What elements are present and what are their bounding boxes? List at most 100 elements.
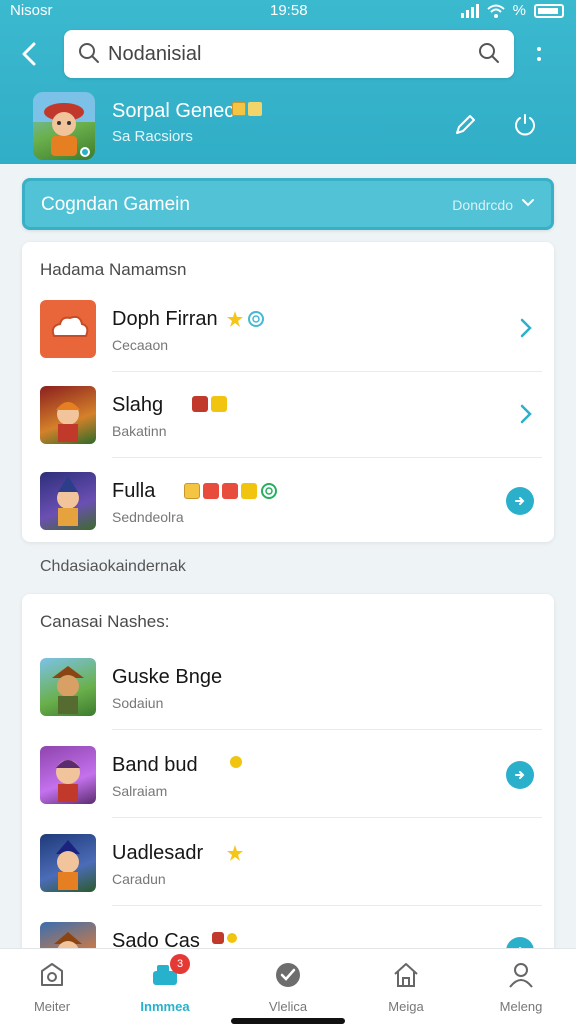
check-circle-icon: [276, 963, 300, 987]
list-item[interactable]: Guske Bnge Sodaiun: [22, 644, 554, 730]
chevron-left-icon: [22, 42, 36, 66]
character-icon: [52, 666, 84, 714]
card-title: Canasai Nashes:: [40, 612, 170, 631]
profile-avatar[interactable]: [33, 92, 95, 160]
item-badges: [230, 756, 242, 768]
game-thumbnail: [40, 746, 96, 804]
nav-label: Meiter: [33, 999, 71, 1014]
item-badges: [226, 310, 265, 328]
divider: [112, 817, 542, 818]
open-button[interactable]: [506, 487, 534, 515]
list-item[interactable]: Doph Firran Cecaaon: [22, 286, 554, 372]
emoji-icon: [211, 396, 227, 412]
badge-icon: [232, 102, 246, 116]
notification-badge: 3: [170, 954, 190, 974]
profile-title: Sorpal Genec: [112, 100, 235, 122]
divider: [112, 905, 542, 906]
search-bar[interactable]: [64, 30, 514, 78]
profile-subtitle: Sa Racsiors: [112, 128, 193, 145]
item-title: Slahg: [112, 394, 164, 416]
emoji-icon: [203, 483, 219, 499]
battery-icon: [534, 3, 564, 18]
search-input[interactable]: [108, 38, 468, 70]
dropdown-value: Dondrcdo: [452, 197, 513, 213]
list-item[interactable]: Uadlesadr Caradun: [22, 820, 554, 906]
game-thumbnail: [40, 834, 96, 892]
item-badges: [226, 844, 244, 862]
star-icon: [227, 845, 243, 861]
chevron-down-icon: [522, 199, 534, 207]
wifi-icon: [486, 4, 505, 18]
home-indicator[interactable]: [231, 1018, 345, 1024]
badge-icon: [248, 102, 262, 116]
signal-icon: [460, 3, 479, 18]
item-title: Guske Bnge: [112, 666, 223, 688]
emoji-icon: [222, 483, 238, 499]
character-icon: [56, 760, 80, 802]
sparkle-icon: [227, 933, 237, 943]
swirl-icon: [248, 311, 264, 327]
category-dropdown[interactable]: Cogndan Gamein Dondrcdo: [22, 178, 554, 230]
search-submit-icon[interactable]: [478, 42, 500, 64]
nav-item-verify[interactable]: Vlelica: [240, 957, 336, 1017]
dot-icon: [537, 47, 541, 51]
chevron-right-icon[interactable]: [520, 318, 532, 338]
item-title: Band bud: [112, 754, 198, 776]
nav-label: Meiga: [388, 999, 424, 1014]
person-icon: [509, 963, 533, 988]
item-badges: [184, 482, 278, 500]
game-list-card: Hadama Namamsn Doph Firran Cecaaon Slahg…: [22, 242, 554, 542]
nav-item-games[interactable]: Inmmea: [117, 957, 213, 1017]
game-thumbnail: [40, 658, 96, 716]
item-title: Uadlesadr: [112, 842, 204, 864]
divider: [112, 729, 542, 730]
search-icon: [79, 43, 99, 63]
character-icon: [56, 840, 80, 890]
back-button[interactable]: [14, 38, 44, 70]
character-icon: [57, 476, 79, 526]
carrier-label: Nisosr: [10, 2, 53, 19]
item-subtitle: Salraiam: [112, 783, 168, 799]
character-avatar-icon: [33, 92, 95, 157]
star-icon: [227, 311, 243, 327]
pencil-icon: [456, 115, 475, 134]
item-badges: [212, 932, 237, 944]
chevron-right-icon[interactable]: [520, 404, 532, 424]
nav-label: Vlelica: [268, 999, 308, 1014]
dropdown-label: Cogndan Gamein: [41, 194, 190, 215]
emoji-icon: [184, 483, 200, 499]
power-button[interactable]: [512, 112, 538, 138]
more-options-button[interactable]: [518, 30, 560, 78]
app-header: Nisosr 19:58 % Sorpal Genec: [0, 0, 576, 164]
emoji-icon: [212, 932, 224, 944]
game-thumbnail: [40, 472, 96, 530]
battery-percent: %: [512, 2, 526, 19]
item-badges: [192, 396, 227, 412]
edit-button[interactable]: [452, 112, 478, 138]
card-title: Hadama Namamsn: [40, 260, 187, 279]
character-icon: [56, 402, 80, 442]
dot-icon: [537, 57, 541, 61]
list-item[interactable]: Fulla Sedndeolra: [22, 458, 554, 542]
nav-item-house[interactable]: Meiga: [358, 957, 454, 1017]
nav-item-profile[interactable]: Meleng: [473, 957, 569, 1017]
item-title: Doph Firran: [112, 308, 218, 330]
item-title: Fulla: [112, 480, 156, 502]
sparkle-icon: [230, 756, 242, 768]
list-item[interactable]: Band bud Salraiam: [22, 732, 554, 818]
nav-label: Inmmea: [140, 999, 190, 1014]
game-thumbnail: [40, 386, 96, 444]
nav-label: Meleng: [499, 999, 543, 1014]
item-subtitle: Cecaaon: [112, 337, 169, 353]
open-button[interactable]: [506, 761, 534, 789]
power-icon: [515, 114, 535, 136]
cloud-icon: [51, 315, 89, 337]
game-thumbnail: [40, 300, 96, 358]
swirl-icon: [261, 483, 277, 499]
game-list-card: Canasai Nashes: Guske Bnge Sodaiun Band …: [22, 594, 554, 954]
nav-item-home[interactable]: Meiter: [4, 957, 100, 1017]
status-bar: Nisosr 19:58 %: [0, 0, 576, 24]
item-subtitle: Sedndeolra: [112, 509, 184, 525]
home-badge-icon: [41, 963, 63, 986]
list-item[interactable]: Slahg Bakatinn: [22, 372, 554, 458]
